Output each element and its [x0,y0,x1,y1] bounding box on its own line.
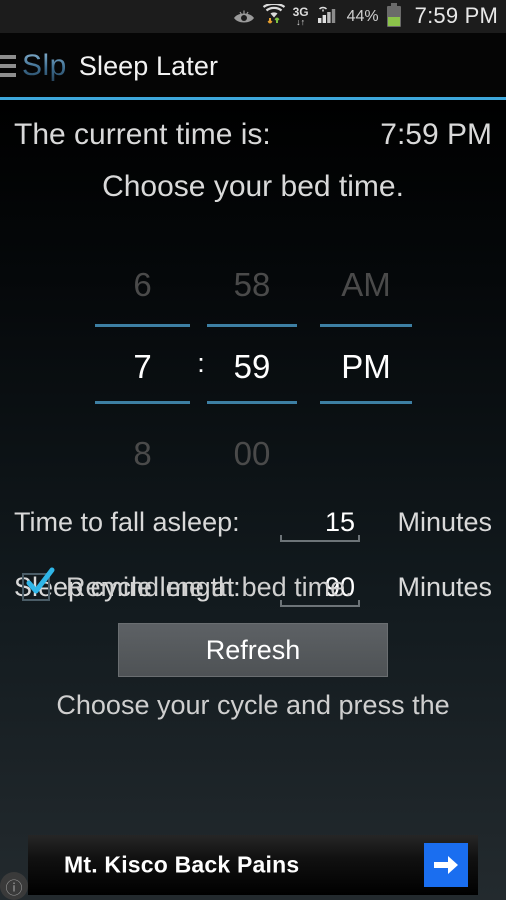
battery-fill [387,16,400,26]
minute-current-value[interactable]: 59 [207,350,297,383]
app-logo: Slp [22,49,67,82]
remind-label: Remind me at bed time. [66,571,353,602]
meridiem-current-value[interactable]: PM [320,350,412,383]
hamburger-icon[interactable] [0,55,16,77]
refresh-button[interactable]: Refresh [118,623,388,677]
minute-next-value[interactable]: 00 [207,437,297,470]
current-time-label: The current time is: [14,118,271,151]
page-title: Sleep Later [78,50,219,81]
hamburger-bar [0,73,16,77]
ad-headline: Mt. Kisco Back Pains [64,851,300,878]
fall-asleep-row: Time to fall asleep: 15 Minutes [0,500,506,544]
instruction-text: Choose your bed time. [102,170,404,203]
fall-asleep-value: 15 [324,506,355,537]
ad-banner[interactable]: Mt. Kisco Back Pains ⓘ [0,835,478,900]
checkmark-icon [24,566,56,598]
meridiem-divider-bottom [320,401,412,404]
status-bar-clock: 7:59 PM [414,2,498,28]
meridiem-divider-top [320,324,412,327]
hour-prev-value[interactable]: 6 [95,268,190,301]
battery-icon [386,3,401,27]
wifi-icon [262,2,286,29]
meridiem-prev-value[interactable]: AM [320,268,412,301]
fall-asleep-input[interactable]: 15 [280,502,360,542]
hamburger-bar [0,55,16,59]
arrow-right-icon [434,856,458,874]
minute-divider-top [207,324,297,327]
status-bar-icons: 3G ↓↑ 44% 7:59 PM [233,2,498,30]
hour-picker-column[interactable]: 6 7 8 [95,250,190,480]
hour-divider-top [95,324,190,327]
3g-icon: 3G ↓↑ [293,6,309,27]
minute-divider-bottom [207,401,297,404]
ad-arrow-button[interactable] [424,843,468,887]
current-time-value: 7:59 PM [380,118,492,151]
action-bar: Slp Sleep Later [0,33,506,99]
minute-prev-value[interactable]: 58 [207,268,297,301]
hour-next-value[interactable]: 8 [95,437,190,470]
fall-asleep-unit: Minutes [397,506,492,537]
remind-checkbox[interactable] [22,567,55,601]
time-picker: 6 7 8 : 58 59 00 AM PM [0,250,506,480]
eye-icon [233,9,255,25]
cycle-hint-text: Choose your cycle and press the [56,690,450,720]
hamburger-bar [0,64,16,68]
signal-icon [316,4,340,29]
battery-percent-label: 44% [346,7,379,25]
meridiem-picker-column[interactable]: AM PM [320,250,412,480]
remind-row[interactable]: Remind me at bed time. [0,565,506,609]
data-arrows-icon: ↓↑ [296,17,306,27]
status-bar: 3G ↓↑ 44% 7:59 PM [0,0,506,33]
hour-current-value[interactable]: 7 [95,350,190,383]
ad-info-icon[interactable]: ⓘ [0,872,28,900]
current-time-row: The current time is: 7:59 PM [0,118,506,152]
minute-picker-column[interactable]: 58 59 00 [207,250,297,480]
fall-asleep-label: Time to fall asleep: [14,506,240,537]
hour-divider-bottom [95,401,190,404]
main-content: The current time is: 7:59 PM Choose your… [0,100,506,900]
